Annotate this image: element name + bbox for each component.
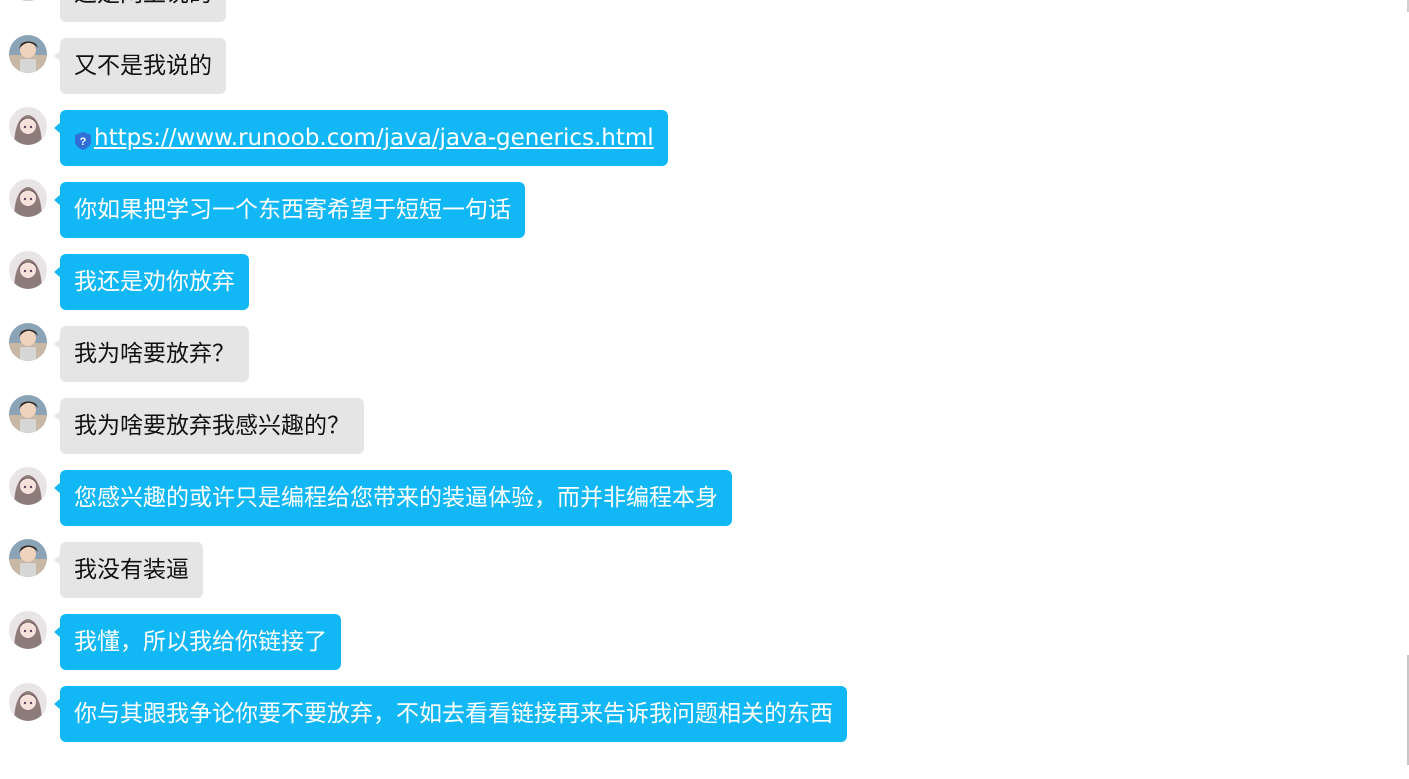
avatar-girl-icon[interactable] [9, 251, 47, 289]
message-bubble-incoming[interactable]: 这是网上说的 [60, 0, 226, 22]
avatar-girl-icon[interactable] [9, 179, 47, 217]
scrollbar[interactable] [1405, 0, 1409, 779]
avatar-boy-icon[interactable] [9, 539, 47, 577]
svg-text:?: ? [80, 136, 87, 148]
message-bubble-outgoing[interactable]: 我还是劝你放弃 [54, 254, 249, 310]
message-bubble-incoming[interactable]: 我没有装逼 [54, 542, 203, 598]
avatar-girl-icon[interactable] [9, 611, 47, 649]
shield-question-icon: ? [74, 116, 92, 150]
message-bubble-outgoing[interactable]: 您感兴趣的或许只是编程给您带来的装逼体验，而并非编程本身 [54, 470, 732, 526]
chat-message-list: 这是网上说的 又不是我说的 [0, 0, 1409, 779]
message-link[interactable]: https://www.runoob.com/java/java-generic… [94, 125, 654, 151]
message-bubble-incoming[interactable]: 又不是我说的 [54, 38, 226, 94]
avatar-boy-icon[interactable] [9, 0, 47, 1]
avatar-boy-icon[interactable] [9, 35, 47, 73]
avatar-girl-icon[interactable] [9, 683, 47, 721]
avatar-boy-icon[interactable] [9, 395, 47, 433]
message-bubble-incoming[interactable]: 我为啥要放弃？ [54, 326, 249, 382]
message-bubble-outgoing[interactable]: 我懂，所以我给你链接了 [54, 614, 341, 670]
message-bubble-outgoing[interactable]: 你与其跟我争论你要不要放弃，不如去看看链接再来告诉我问题相关的东西 [54, 686, 847, 742]
avatar-girl-icon[interactable] [9, 467, 47, 505]
message-bubble-incoming[interactable]: 我为啥要放弃我感兴趣的？ [54, 398, 364, 454]
message-bubble-outgoing-link[interactable]: ? https://www.runoob.com/java/java-gener… [54, 110, 668, 166]
message-bubble-outgoing[interactable]: 你如果把学习一个东西寄希望于短短一句话 [54, 182, 525, 238]
avatar-girl-icon[interactable] [9, 107, 47, 145]
avatar-boy-icon[interactable] [9, 323, 47, 361]
